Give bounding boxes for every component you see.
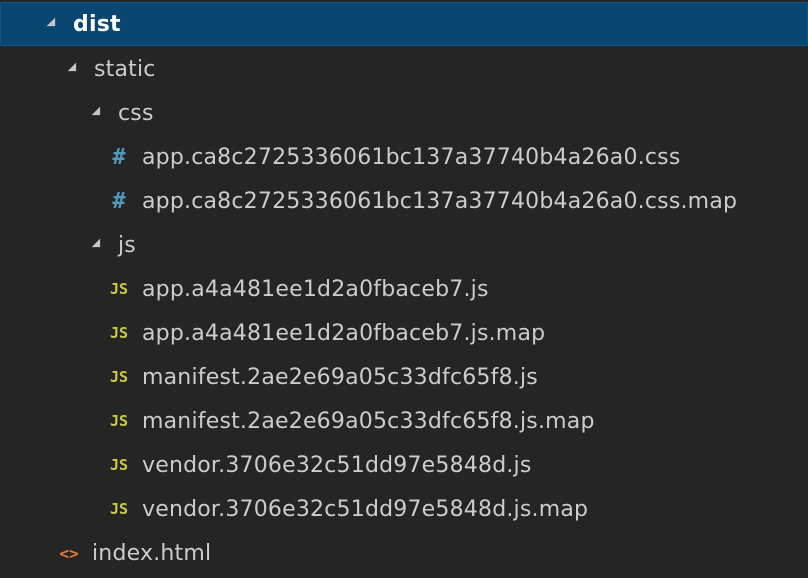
js-file-icon: JS	[109, 280, 129, 298]
css-file-icon: #	[112, 144, 126, 170]
file-row[interactable]: JS vendor.3706e32c51dd97e5848d.js	[0, 443, 808, 487]
file-label: vendor.3706e32c51dd97e5848d.js	[142, 452, 532, 478]
js-file-icon: JS	[109, 368, 129, 386]
file-label: app.ca8c2725336061bc137a37740b4a26a0.css	[142, 144, 681, 170]
folder-label: dist	[73, 11, 121, 37]
js-file-icon: JS	[109, 500, 129, 518]
folder-label: css	[118, 100, 154, 126]
file-explorer-tree: dist static css # app.ca8c2725336061bc13…	[0, 0, 808, 578]
file-row[interactable]: JS manifest.2ae2e69a05c33dfc65f8.js	[0, 355, 808, 399]
file-label: manifest.2ae2e69a05c33dfc65f8.js	[142, 364, 538, 390]
file-label: app.a4a481ee1d2a0fbaceb7.js	[142, 276, 489, 302]
file-label: vendor.3706e32c51dd97e5848d.js.map	[142, 496, 589, 522]
js-file-icon: JS	[109, 412, 129, 430]
chevron-down-icon[interactable]	[67, 62, 81, 76]
file-label: manifest.2ae2e69a05c33dfc65f8.js.map	[142, 408, 595, 434]
js-file-icon: JS	[109, 456, 129, 474]
chevron-down-icon[interactable]	[91, 106, 105, 120]
file-row[interactable]: JS manifest.2ae2e69a05c33dfc65f8.js.map	[0, 399, 808, 443]
file-label: app.ca8c2725336061bc137a37740b4a26a0.css…	[142, 188, 738, 214]
folder-label: js	[118, 232, 136, 258]
file-label: index.html	[92, 540, 212, 566]
file-row[interactable]: JS app.a4a481ee1d2a0fbaceb7.js	[0, 267, 808, 311]
file-row[interactable]: JS vendor.3706e32c51dd97e5848d.js.map	[0, 487, 808, 531]
file-row-index-html[interactable]: <> index.html	[0, 531, 808, 575]
folder-js[interactable]: js	[0, 223, 808, 267]
folder-static[interactable]: static	[0, 47, 808, 91]
file-label: app.a4a481ee1d2a0fbaceb7.js.map	[142, 320, 546, 346]
file-row[interactable]: # app.ca8c2725336061bc137a37740b4a26a0.c…	[0, 135, 808, 179]
js-file-icon: JS	[109, 324, 129, 342]
css-file-icon: #	[112, 188, 126, 214]
html-file-icon: <>	[59, 543, 79, 563]
file-row[interactable]: JS app.a4a481ee1d2a0fbaceb7.js.map	[0, 311, 808, 355]
chevron-down-icon[interactable]	[46, 17, 60, 31]
folder-css[interactable]: css	[0, 91, 808, 135]
file-row[interactable]: # app.ca8c2725336061bc137a37740b4a26a0.c…	[0, 179, 808, 223]
folder-dist[interactable]: dist	[0, 2, 808, 46]
chevron-down-icon[interactable]	[91, 238, 105, 252]
folder-label: static	[94, 56, 156, 82]
